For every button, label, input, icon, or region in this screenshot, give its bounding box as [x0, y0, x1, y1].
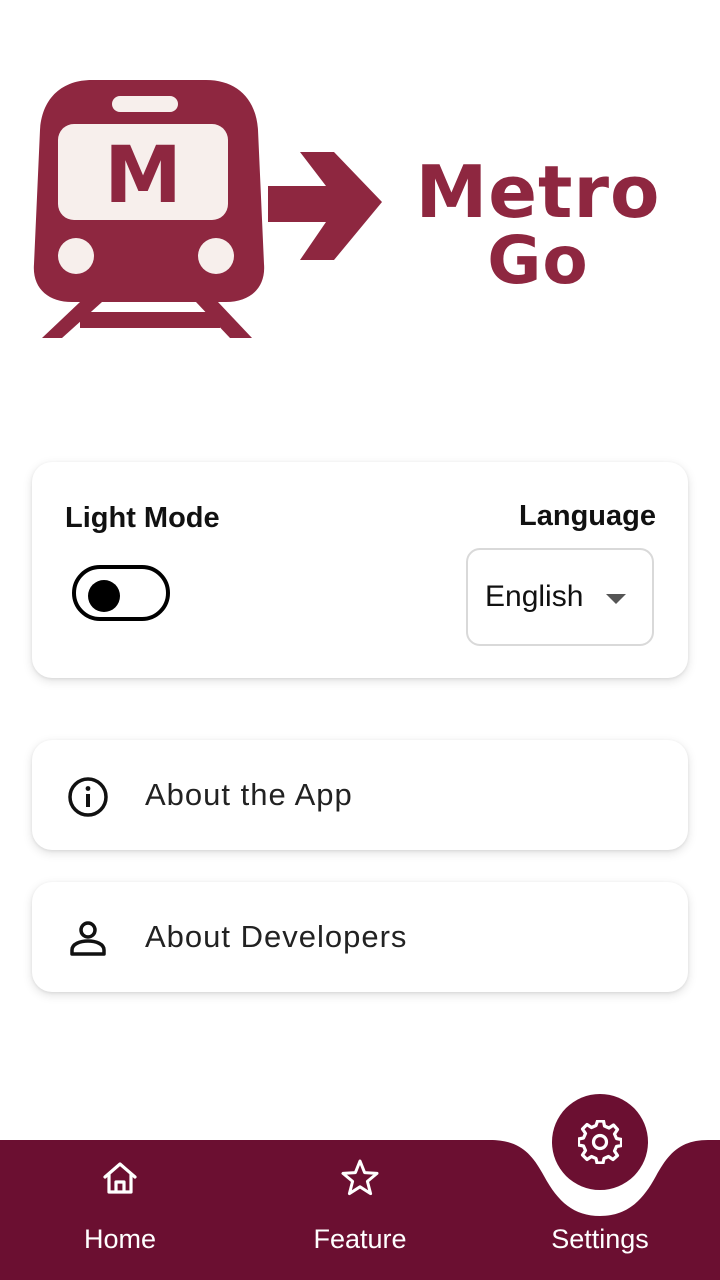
- app-logo: M Metro Go: [30, 76, 680, 346]
- language-dropdown[interactable]: English: [466, 548, 654, 646]
- info-icon: [68, 777, 108, 817]
- gear-icon: [578, 1120, 622, 1164]
- nav-feature[interactable]: Feature: [240, 1140, 480, 1280]
- person-icon: [70, 921, 106, 956]
- settings-fab-button[interactable]: [552, 1094, 648, 1190]
- about-developers-item[interactable]: About Developers: [32, 882, 688, 992]
- nav-home-label: Home: [83, 1224, 157, 1254]
- light-mode-label: Light Mode: [65, 502, 220, 534]
- nav-settings-label: Settings: [551, 1224, 649, 1254]
- train-logo-icon: M: [33, 80, 382, 338]
- home-icon: [103, 1162, 137, 1194]
- brand-wordmark: Metro Go: [408, 150, 668, 299]
- language-label: Language: [519, 500, 656, 532]
- star-icon: [341, 1159, 379, 1196]
- language-selected-value: English: [485, 580, 584, 613]
- brand-line-2: Go: [487, 222, 589, 299]
- brand-line-1: Metro: [415, 150, 661, 234]
- toggle-knob: [88, 580, 120, 612]
- about-app-item[interactable]: About the App: [32, 740, 688, 850]
- about-app-label: About the App: [145, 777, 353, 812]
- about-developers-label: About Developers: [145, 919, 408, 954]
- logo-badge-letter: M: [104, 131, 182, 221]
- theme-toggle[interactable]: [72, 565, 170, 621]
- nav-feature-label: Feature: [313, 1224, 407, 1254]
- dropdown-arrow-icon: [606, 594, 626, 604]
- nav-home[interactable]: Home: [0, 1140, 240, 1280]
- preferences-card: Light Mode Language English: [32, 462, 688, 678]
